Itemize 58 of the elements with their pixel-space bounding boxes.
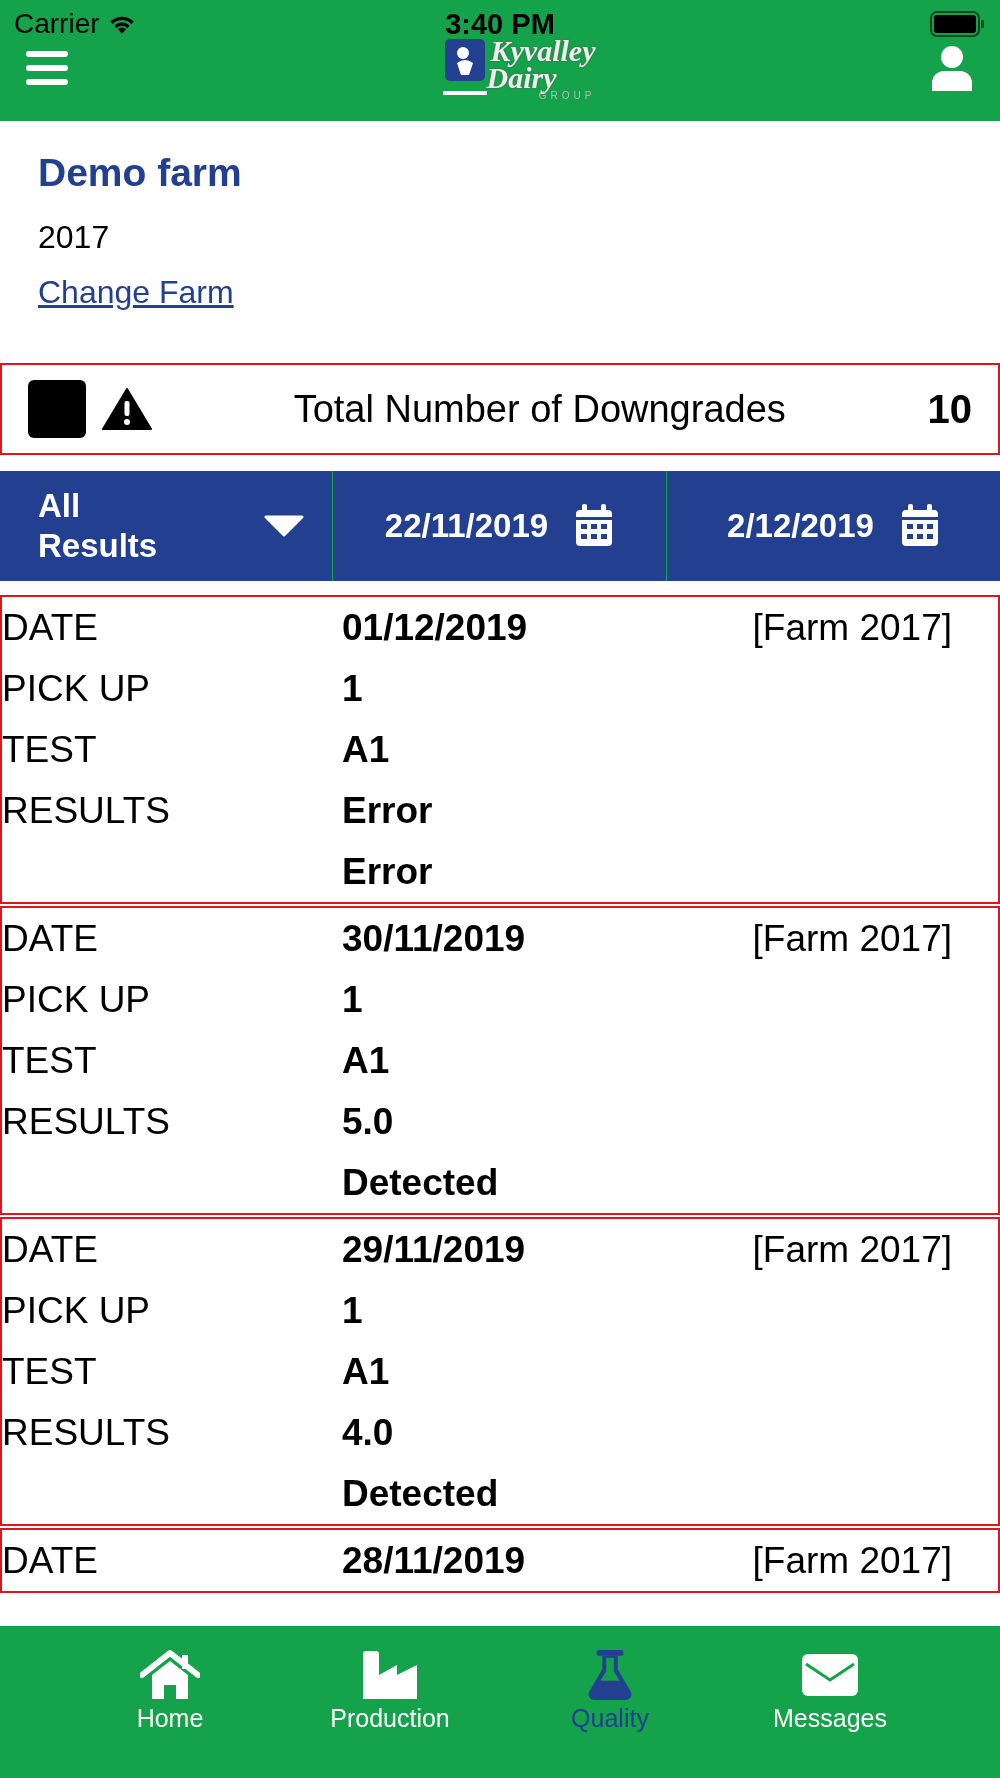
menu-icon[interactable] xyxy=(26,49,68,87)
test-value: A1 xyxy=(342,1039,390,1082)
field-label: RESULTS xyxy=(2,1411,171,1454)
warning-icon xyxy=(102,387,152,431)
result-value: 4.0 xyxy=(342,1411,394,1454)
date-picker[interactable]: 2/12/2019 xyxy=(667,471,1000,581)
date-value: 30/11/2019 xyxy=(342,917,526,960)
battery-icon xyxy=(930,11,986,37)
field-label: PICK UP xyxy=(2,1289,152,1332)
clock-time: 3:40 PM xyxy=(445,8,555,40)
result-card[interactable]: DATE 29/11/2019 [Farm 2017] PICK UP 1 TEST A1 RESULTS 4.0 Detected xyxy=(0,1217,1000,1526)
field-label: PICK UP xyxy=(2,978,152,1021)
date-picker[interactable]: 22/11/2019 xyxy=(333,471,667,581)
result-value: Error xyxy=(342,850,433,893)
test-value: A1 xyxy=(342,1350,390,1393)
field-label: TEST xyxy=(2,1350,98,1393)
result-card[interactable]: DATE 28/11/2019 [Farm 2017] xyxy=(0,1528,1000,1593)
field-label: RESULTS xyxy=(2,789,171,832)
square-icon xyxy=(28,380,86,438)
field-label: PICK UP xyxy=(2,667,152,710)
result-card[interactable]: DATE 01/12/2019 [Farm 2017] PICK UP 1 TEST A1 RESULTS Error Error xyxy=(0,595,1000,904)
caret-icon xyxy=(264,515,304,537)
pickup-value: 1 xyxy=(342,978,363,1021)
field-label: TEST xyxy=(2,1039,98,1082)
date-value: 29/11/2019 xyxy=(342,1228,526,1271)
result-card[interactable]: DATE 30/11/2019 [Farm 2017] PICK UP 1 TEST A1 RESULTS 5.0 Detected xyxy=(0,906,1000,1215)
farm-tag: [Farm 2017] xyxy=(752,1539,952,1582)
result-value: Detected xyxy=(342,1472,499,1515)
result-value: 5.0 xyxy=(342,1100,394,1143)
flask-icon xyxy=(586,1650,634,1700)
calendar-icon xyxy=(574,504,615,548)
farm-tag: [Farm 2017] xyxy=(752,1228,952,1271)
date-value: 01/12/2019 xyxy=(342,606,528,649)
downgrades-label: Total Number of Downgrades xyxy=(293,387,786,431)
field-label: DATE xyxy=(2,917,99,960)
result-value: Detected xyxy=(342,1161,499,1204)
carrier-label: Carrier xyxy=(14,8,100,40)
field-label: RESULTS xyxy=(2,1100,171,1143)
pickup-value: 1 xyxy=(342,1289,363,1332)
field-label: DATE xyxy=(2,606,99,649)
pickup-value: 1 xyxy=(342,667,363,710)
result-value: Error xyxy=(342,789,433,832)
change-farm-link[interactable]: Change Farm xyxy=(38,274,234,311)
farm-tag: [Farm 2017] xyxy=(752,606,952,649)
results-dropdown[interactable]: All Results xyxy=(0,471,333,581)
downgrades-count: 10 xyxy=(927,386,972,432)
user-icon[interactable] xyxy=(930,45,974,91)
calendar-icon xyxy=(899,504,940,548)
house-icon xyxy=(140,1650,200,1700)
field-label: TEST xyxy=(2,728,98,771)
farm-tag: [Farm 2017] xyxy=(752,917,952,960)
farm-name: Demo farm xyxy=(38,151,243,195)
test-value: A1 xyxy=(342,728,390,771)
field-label: DATE xyxy=(2,1539,99,1582)
farm-number: 2017 xyxy=(38,219,111,256)
date-value: 28/11/2019 xyxy=(342,1539,526,1582)
factory-icon xyxy=(363,1650,417,1700)
field-label: DATE xyxy=(2,1228,99,1271)
